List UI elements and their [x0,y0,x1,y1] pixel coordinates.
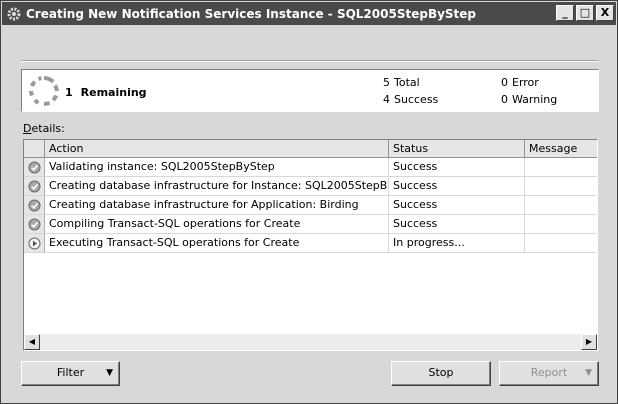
row-message [525,196,597,215]
row-action: Creating database infrastructure for Ins… [45,177,389,196]
row-action: Validating instance: SQL2005StepByStep [45,158,389,177]
window-title: Creating New Notification Services Insta… [26,6,477,21]
details-grid[interactable]: Action Status Message Validating instanc… [23,139,598,351]
success-stat: 4 Success [383,93,439,106]
row-message [525,215,597,234]
table-row[interactable]: Creating database infrastructure for Ins… [24,177,597,196]
report-button[interactable]: Report ▼ [499,361,599,386]
row-status: Success [389,196,525,215]
remaining-count: 1 Remaining [65,86,147,99]
gear-icon [7,7,21,20]
stop-button[interactable]: Stop [391,361,491,386]
success-icon [28,199,40,211]
grid-header: Action Status Message [24,140,597,158]
column-header-message[interactable]: Message [525,140,597,158]
row-action: Creating database infrastructure for App… [45,196,389,215]
error-stat: 0 Error [501,76,539,89]
row-message [525,234,597,253]
row-status: Success [389,158,525,177]
row-message [525,177,597,196]
header-separator [21,60,599,62]
warning-stat: 0 Warning [501,93,558,106]
row-action: Executing Transact-SQL operations for Cr… [45,234,389,253]
table-row[interactable]: Compiling Transact-SQL operations for Cr… [24,215,597,234]
success-icon [28,161,40,173]
title-bar[interactable]: Creating New Notification Services Insta… [2,2,616,25]
progress-spinner-icon [29,75,59,107]
row-status: Success [389,177,525,196]
success-icon [28,180,40,192]
minimize-button[interactable]: _ [556,5,574,21]
details-label: Details: [23,122,65,135]
column-header-action[interactable]: Action [45,140,389,158]
filter-button[interactable]: Filter ▼ [21,361,120,386]
table-row[interactable]: Validating instance: SQL2005StepByStep S… [24,158,597,177]
row-action: Compiling Transact-SQL operations for Cr… [45,215,389,234]
scroll-left-icon[interactable]: ◀ [24,334,40,350]
column-header-status[interactable]: Status [389,140,525,158]
row-message [525,158,597,177]
horizontal-scrollbar[interactable]: ◀ ▶ [24,334,597,350]
row-status: Success [389,215,525,234]
table-row[interactable]: Creating database infrastructure for App… [24,196,597,215]
dropdown-arrow-icon: ▼ [585,368,592,378]
scroll-right-icon[interactable]: ▶ [581,334,597,350]
close-button[interactable]: X [596,5,614,21]
dialog-window: Creating New Notification Services Insta… [0,0,618,404]
row-status: In progress... [389,234,525,253]
table-row[interactable]: Executing Transact-SQL operations for Cr… [24,234,597,253]
grid-header-icon-column [24,140,45,158]
progress-summary-panel: 1 Remaining 5 Total 4 Success 0 Error 0 Warni… [21,69,599,112]
in-progress-icon [28,237,40,249]
total-stat: 5 Total [383,76,420,89]
maximize-button[interactable]: □ [576,5,594,21]
dropdown-arrow-icon: ▼ [106,368,113,378]
success-icon [28,218,40,230]
